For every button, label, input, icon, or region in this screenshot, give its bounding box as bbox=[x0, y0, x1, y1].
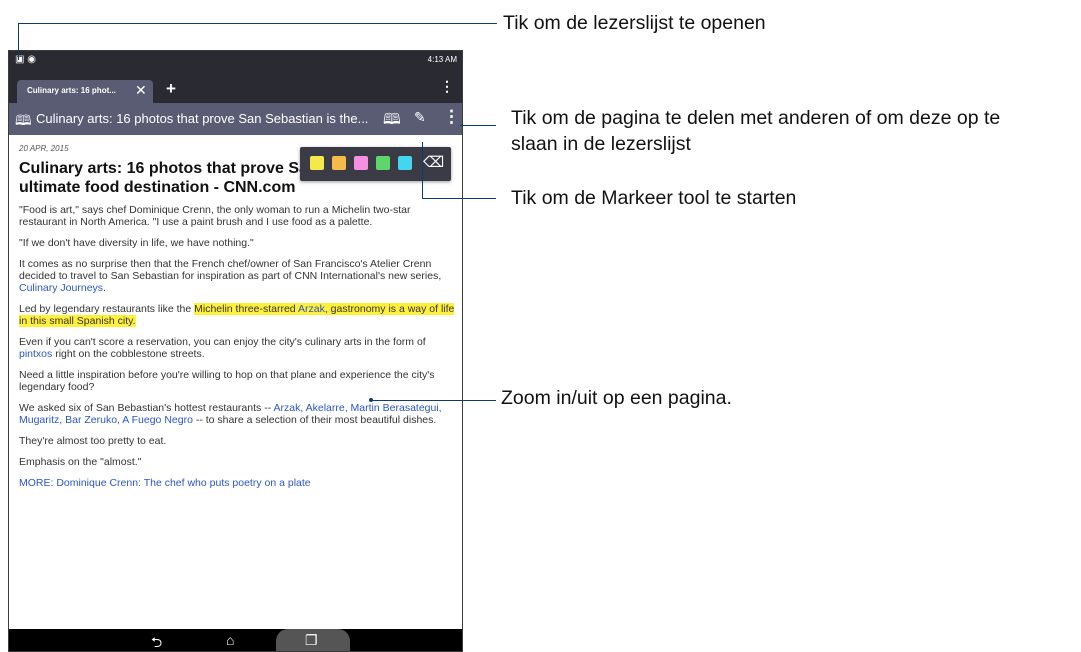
browser-screenshot: ▣ ◉ 4:13 AM Culinary arts: 16 phot... ✕ … bbox=[8, 50, 463, 652]
headline-line-2: ultimate food destination - CNN.com bbox=[19, 179, 296, 196]
tab-title: Culinary arts: 16 phot... bbox=[27, 86, 116, 95]
paragraph-highlighted: Led by legendary restaurants like the Mi… bbox=[19, 303, 455, 327]
paragraph: Even if you can't score a reservation, y… bbox=[19, 336, 426, 360]
callout-share: Tik om de pagina te delen met anderen of… bbox=[511, 105, 1000, 157]
page-title[interactable]: Culinary arts: 16 photos that prove San … bbox=[36, 111, 368, 126]
callout-line-share bbox=[460, 125, 496, 126]
status-time: 4:13 AM bbox=[427, 55, 457, 64]
tab-strip: Culinary arts: 16 phot... ✕ + ⋮ bbox=[9, 70, 462, 103]
headline-line-1: Culinary arts: 16 photos that prove Sa bbox=[19, 160, 308, 177]
callout-dot-zoom bbox=[369, 398, 373, 402]
callout-share-line-1: Tik om de pagina te delen met anderen of… bbox=[511, 107, 1001, 129]
highlighter-icon[interactable]: ✎ bbox=[414, 109, 426, 126]
callout-line-marker bbox=[422, 198, 496, 199]
highlighted-text: Michelin three-starred bbox=[194, 303, 298, 315]
more-link[interactable]: MORE: Dominique Crenn: The chef who puts… bbox=[19, 477, 459, 489]
color-swatch-orange[interactable] bbox=[332, 156, 346, 170]
url-bar: 🕮 Culinary arts: 16 photos that prove Sa… bbox=[9, 103, 462, 135]
callout-line-zoom bbox=[372, 400, 496, 401]
paragraph: We asked six of San Bebastian's hottest … bbox=[19, 402, 442, 426]
paragraph: It comes as no surprise then that the Fr… bbox=[19, 258, 442, 294]
navigation-bar: ⮌ ⌂ ❐ bbox=[9, 629, 462, 651]
paragraph: "Food is art," says chef Dominique Crenn… bbox=[19, 204, 411, 228]
callout-share-line-2: slaan in de lezerslijst bbox=[511, 133, 691, 155]
highlighter-palette: ⌫ bbox=[300, 147, 451, 181]
share-menu-icon[interactable]: ⋮ bbox=[443, 107, 460, 127]
callout-line-reading-list-vertical bbox=[18, 23, 19, 60]
callout-zoom: Zoom in/uit op een pagina. bbox=[501, 387, 732, 409]
color-swatch-green[interactable] bbox=[376, 156, 390, 170]
browser-tab[interactable]: Culinary arts: 16 phot... ✕ bbox=[17, 80, 153, 103]
color-swatch-yellow[interactable] bbox=[310, 156, 324, 170]
paragraph: They're almost too pretty to eat. bbox=[19, 435, 167, 447]
callout-reading-list: Tik om de lezerslijst te openen bbox=[503, 12, 766, 34]
callout-marker: Tik om de Markeer tool te starten bbox=[511, 187, 797, 209]
status-bar: ▣ ◉ 4:13 AM bbox=[9, 51, 462, 70]
eraser-icon[interactable]: ⌫ bbox=[423, 153, 444, 171]
back-icon[interactable]: ⮌ bbox=[151, 632, 162, 651]
article-content: 20 APR, 2015 Culinary arts: 16 photos th… bbox=[19, 143, 459, 498]
overflow-menu-icon[interactable]: ⋮ bbox=[440, 78, 454, 95]
callout-line-marker-vertical bbox=[422, 142, 423, 199]
link[interactable]: Arzak bbox=[298, 303, 325, 315]
color-swatch-pink[interactable] bbox=[354, 156, 368, 170]
reader-mode-icon[interactable]: 🕮 bbox=[383, 109, 401, 134]
link[interactable]: Culinary Journeys bbox=[19, 282, 103, 294]
color-swatch-cyan[interactable] bbox=[398, 156, 412, 170]
paragraph: Emphasis on the "almost." bbox=[19, 456, 142, 468]
callout-line-reading-list bbox=[18, 23, 497, 24]
paragraph: Need a little inspiration before you're … bbox=[19, 369, 435, 393]
new-tab-button[interactable]: + bbox=[166, 79, 176, 99]
paragraph: "If we don't have diversity in life, we … bbox=[19, 237, 254, 249]
reading-list-icon[interactable]: 🕮 bbox=[15, 110, 32, 134]
close-tab-icon[interactable]: ✕ bbox=[135, 82, 147, 99]
recent-apps-icon[interactable]: ❐ bbox=[305, 632, 318, 649]
link[interactable]: pintxos bbox=[19, 348, 52, 360]
home-icon[interactable]: ⌂ bbox=[226, 632, 234, 648]
